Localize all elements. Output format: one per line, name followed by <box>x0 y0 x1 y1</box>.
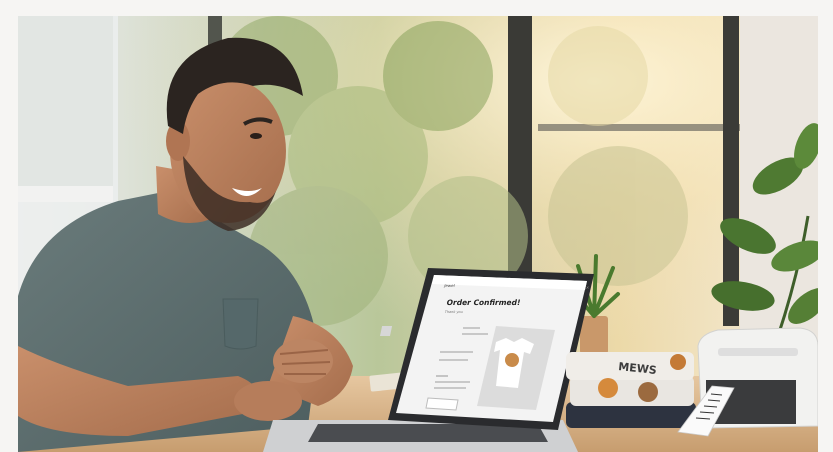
screen-brand: Jewel <box>443 283 456 288</box>
order-thumb <box>379 326 393 336</box>
hand-right <box>273 339 333 383</box>
left-window-pane <box>18 16 113 186</box>
eye <box>250 133 262 139</box>
screen-subtitle: Thank you <box>443 310 463 314</box>
continue-button[interactable] <box>425 397 459 411</box>
dog-print <box>505 353 519 367</box>
screen-title: Order Confirmed! <box>446 298 522 307</box>
hand-left <box>234 381 302 421</box>
window-transom <box>538 124 743 131</box>
window-mullion-right <box>723 16 739 326</box>
tshirt-stack: MEWS <box>566 352 696 428</box>
left-window-frame <box>18 186 113 202</box>
photo: Jewel Order Confirmed! Thank you ✕ MEWS <box>18 16 818 452</box>
shirt-pocket <box>222 298 259 350</box>
image-frame: Jewel Order Confirmed! Thank you ✕ MEWS <box>0 0 833 452</box>
scene: Jewel Order Confirmed! Thank you ✕ MEWS <box>18 16 818 452</box>
